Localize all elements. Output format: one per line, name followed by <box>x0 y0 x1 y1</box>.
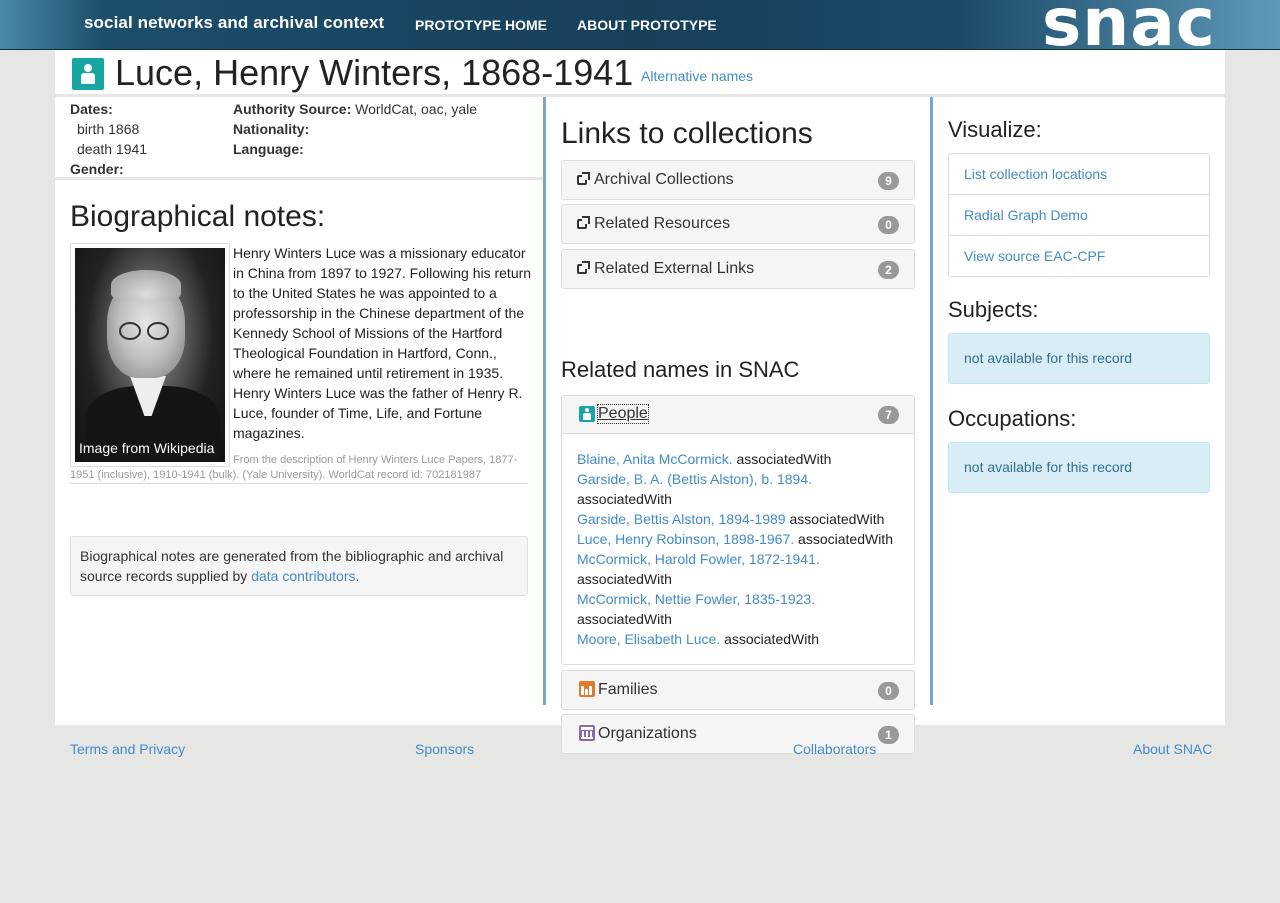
brand-link[interactable]: social networks and archival context <box>84 13 384 33</box>
birth-date: birth 1868 <box>77 121 140 137</box>
related-resources-label: Related Resources <box>594 215 731 232</box>
related-external-links-label: Related External Links <box>594 260 755 277</box>
people-list: Blaine, Anita McCormick. associatedWith … <box>577 449 907 649</box>
footer-sponsors-link[interactable]: Sponsors <box>415 741 474 757</box>
families-panel-header[interactable]: Families 0 <box>561 670 915 710</box>
archival-collections-count: 9 <box>878 172 899 190</box>
related-names-heading: Related names in SNAC <box>561 357 800 382</box>
visualize-list: List collection locations Radial Graph D… <box>948 153 1210 277</box>
list-item: Garside, Bettis Alston, 1894-1989 associ… <box>577 509 907 529</box>
nationality-label: Nationality: <box>233 121 310 137</box>
occupations-info: not available for this record <box>948 442 1210 493</box>
alternative-names-link[interactable]: Alternative names <box>641 68 753 84</box>
people-panel: People 7 Blaine, Anita McCormick. associ… <box>561 395 915 665</box>
relation-type: associatedWith <box>785 511 885 527</box>
radial-graph-demo-link[interactable]: Radial Graph Demo <box>964 207 1088 223</box>
relation-type: associatedWith <box>720 631 820 647</box>
people-count: 7 <box>878 406 899 424</box>
organization-icon <box>579 725 595 741</box>
families-label: Families <box>598 681 658 698</box>
list-item: List collection locations <box>949 154 1209 195</box>
person-icon <box>72 58 104 90</box>
view-source-eac-cpf-link[interactable]: View source EAC-CPF <box>964 248 1105 264</box>
person-link[interactable]: McCormick, Nettie Fowler, 1835-1923. <box>577 591 815 607</box>
list-collection-locations-link[interactable]: List collection locations <box>964 166 1107 182</box>
organizations-count: 1 <box>878 726 899 744</box>
footer-terms-link[interactable]: Terms and Privacy <box>70 741 185 757</box>
external-link-icon <box>577 216 590 229</box>
list-item: McCormick, Harold Fowler, 1872-1941. ass… <box>577 549 907 589</box>
external-link-icon <box>577 172 590 185</box>
column-divider-left <box>543 97 546 705</box>
note-end: . <box>355 568 360 584</box>
main-container: Luce, Henry Winters, 1868-1941 Alternati… <box>55 50 1225 754</box>
related-external-links-count: 2 <box>878 261 899 279</box>
title-bar: Luce, Henry Winters, 1868-1941 Alternati… <box>55 50 1225 97</box>
person-icon <box>579 406 595 422</box>
biographical-notes-info: Biographical notes are generated from th… <box>70 536 528 596</box>
archival-collections-label: Archival Collections <box>594 171 734 188</box>
list-item: View source EAC-CPF <box>949 236 1209 276</box>
authority-source-label: Authority Source: <box>233 101 352 117</box>
person-link[interactable]: Garside, B. A. (Bettis Alston), b. 1894. <box>577 471 812 487</box>
relation-type: associatedWith <box>732 451 832 467</box>
facts-section: Dates: birth 1868 death 1941 Gender: Aut… <box>70 99 530 179</box>
relation-type: associatedWith <box>794 531 893 547</box>
person-link[interactable]: Moore, Elisabeth Luce. <box>577 631 720 647</box>
family-icon <box>579 681 595 697</box>
related-external-links-button[interactable]: Related External Links 2 <box>561 249 915 289</box>
footer-about-snac-link[interactable]: About SNAC <box>1133 741 1212 757</box>
biographical-notes-heading: Biographical notes: <box>70 200 326 233</box>
person-link[interactable]: McCormick, Harold Fowler, 1872-1941. <box>577 551 820 567</box>
biography-text: Henry Winters Luce was a missionary educ… <box>233 245 532 441</box>
section-divider <box>55 177 543 180</box>
language-label: Language: <box>233 141 304 157</box>
people-toggle[interactable]: People <box>597 404 649 424</box>
relation-type: associatedWith <box>577 611 672 627</box>
list-item: Garside, B. A. (Bettis Alston), b. 1894.… <box>577 469 907 509</box>
list-item: Blaine, Anita McCormick. associatedWith <box>577 449 907 469</box>
external-link-icon <box>577 261 590 274</box>
visualize-heading: Visualize: <box>948 117 1042 142</box>
list-item: Luce, Henry Robinson, 1898-1967. associa… <box>577 529 907 549</box>
subjects-info: not available for this record <box>948 333 1210 384</box>
data-contributors-link[interactable]: data contributors <box>251 568 355 584</box>
related-resources-button[interactable]: Related Resources 0 <box>561 204 915 244</box>
column-divider-right <box>930 97 933 705</box>
related-resources-count: 0 <box>878 216 899 234</box>
people-panel-header[interactable]: People 7 <box>562 396 914 434</box>
nav-prototype-home[interactable]: PROTOTYPE HOME <box>415 17 547 33</box>
organizations-label: Organizations <box>598 725 697 742</box>
dates-label: Dates: <box>70 101 113 117</box>
page-title: Luce, Henry Winters, 1868-1941 <box>115 52 634 93</box>
person-link[interactable]: Blaine, Anita McCormick. <box>577 451 733 467</box>
relation-type: associatedWith <box>577 491 672 507</box>
links-to-collections-heading: Links to collections <box>561 117 813 150</box>
authority-source-value: WorldCat, oac, yale <box>351 101 478 117</box>
archival-collections-button[interactable]: Archival Collections 9 <box>561 160 915 200</box>
list-item: McCormick, Nettie Fowler, 1835-1923. ass… <box>577 589 907 629</box>
occupations-heading: Occupations: <box>948 406 1077 431</box>
biography-source: From the description of Henry Winters Lu… <box>70 454 518 481</box>
subjects-heading: Subjects: <box>948 297 1039 322</box>
gender-label: Gender: <box>70 161 124 177</box>
person-link[interactable]: Luce, Henry Robinson, 1898-1967. <box>577 531 794 547</box>
families-count: 0 <box>878 682 899 700</box>
list-item: Radial Graph Demo <box>949 195 1209 236</box>
divider <box>70 483 528 484</box>
person-link[interactable]: Garside, Bettis Alston, 1894-1989 <box>577 511 786 527</box>
top-navbar: social networks and archival context PRO… <box>0 0 1280 61</box>
portrait-image[interactable]: Image from Wikipedia <box>70 243 230 467</box>
relation-type: associatedWith <box>577 571 672 587</box>
death-date: death 1941 <box>77 141 148 157</box>
list-item: Moore, Elisabeth Luce. associatedWith <box>577 629 907 649</box>
nav-about-prototype[interactable]: ABOUT PROTOTYPE <box>577 17 717 33</box>
footer-collaborators-link[interactable]: Collaborators <box>793 741 876 757</box>
